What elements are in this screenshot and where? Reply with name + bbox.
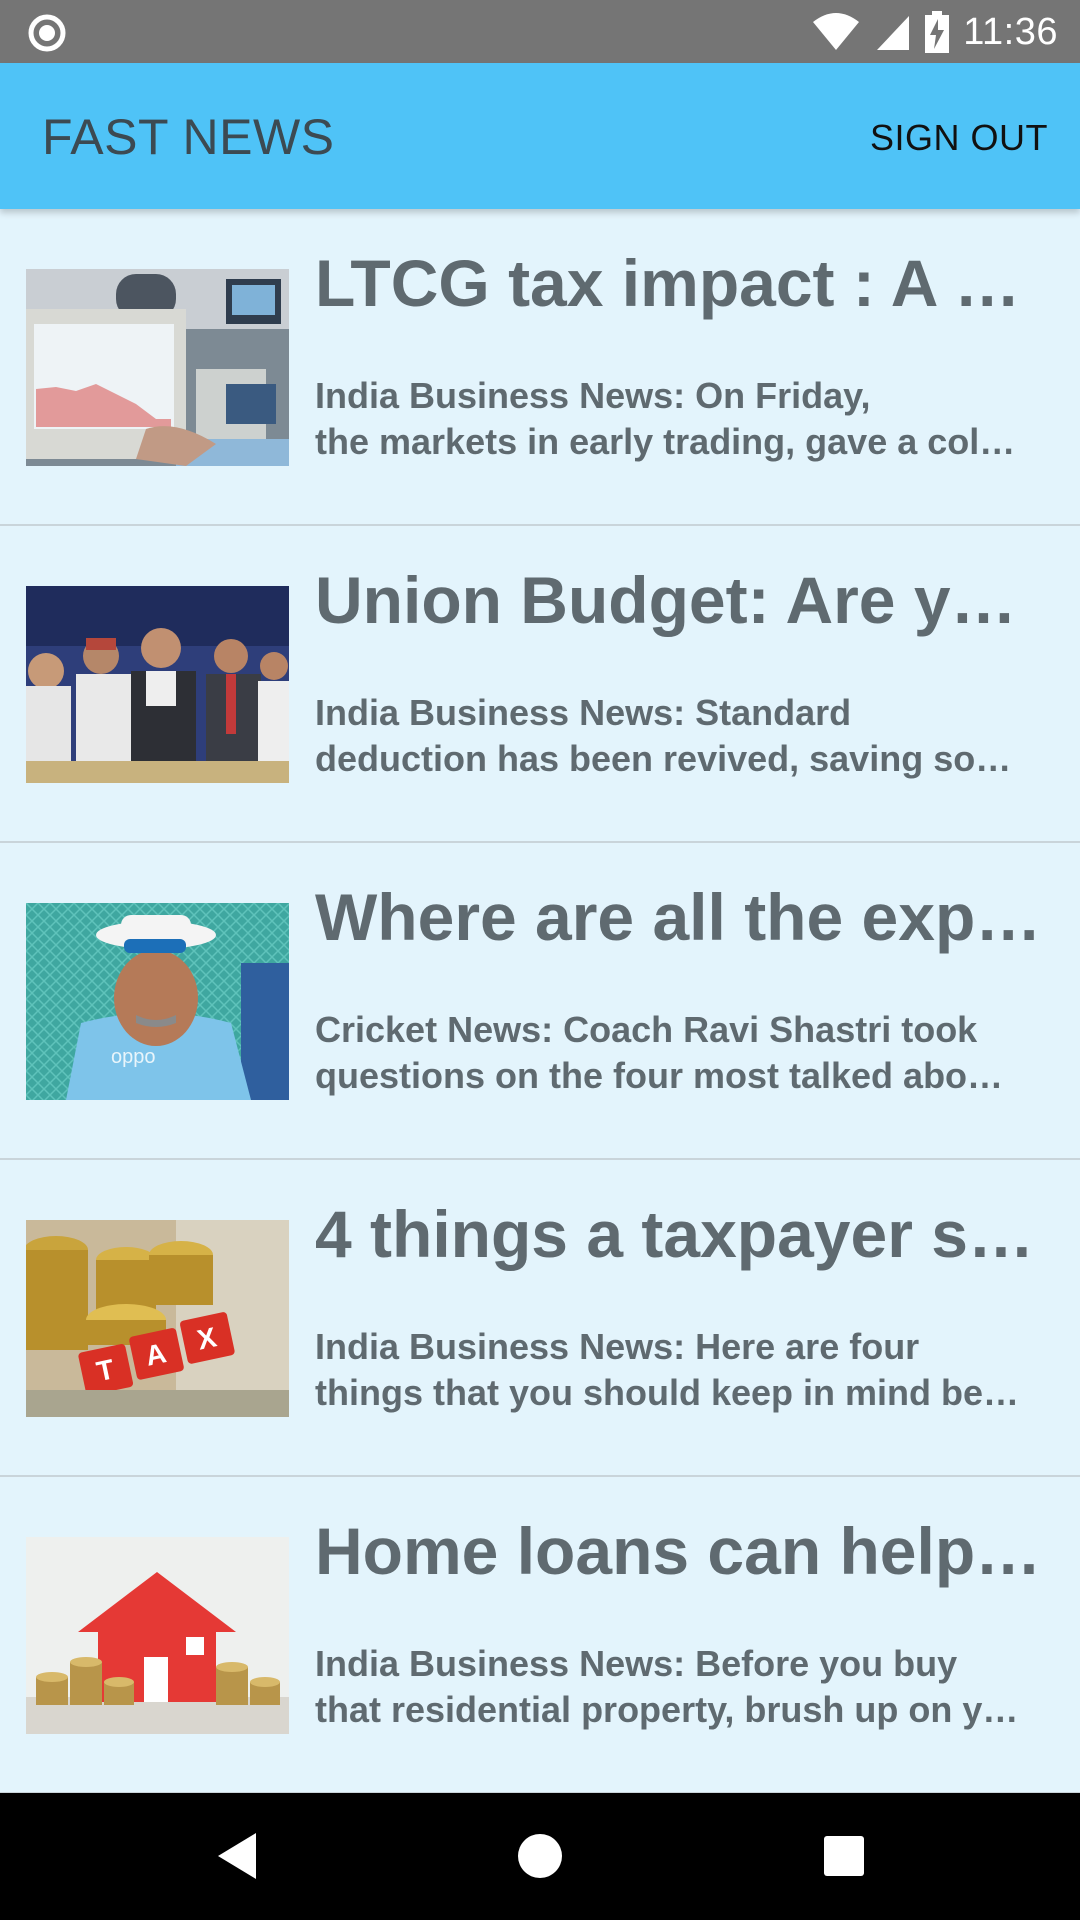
- status-bar: 11:36: [0, 0, 1080, 63]
- cell-signal-icon: [877, 16, 910, 50]
- news-summary-line: deduction has been revived, saving so…: [315, 738, 1012, 779]
- news-summary: India Business News: Here are four thing…: [315, 1324, 1030, 1416]
- news-title: Home loans can help …: [315, 1514, 1055, 1588]
- news-list-item[interactable]: LTCG tax impact : A d… India Business Ne…: [0, 209, 1080, 526]
- news-summary-line: India Business News: Before you buy: [315, 1643, 958, 1684]
- system-navigation-bar: [0, 1793, 1080, 1920]
- battery-charging-icon: [925, 11, 950, 53]
- news-list-item[interactable]: oppo Where are all the expe… Cricket New…: [0, 843, 1080, 1160]
- cricket-coach-image: oppo: [26, 903, 289, 1100]
- svg-text:oppo: oppo: [111, 1046, 156, 1068]
- news-title: Where are all the expe…: [315, 880, 1055, 954]
- stock-market-trader-image: [26, 269, 289, 466]
- news-summary-line: India Business News: On Friday,: [315, 375, 871, 416]
- news-summary-line: the markets in early trading, gave a col…: [315, 421, 1016, 462]
- house-coins-image: [26, 1537, 289, 1734]
- circle-notification-icon: [28, 14, 66, 52]
- home-circle-icon[interactable]: [507, 1823, 573, 1889]
- news-summary-line: questions on the four most talked abo…: [315, 1055, 1004, 1096]
- clock-time: 11:36: [963, 10, 1058, 53]
- news-summary: India Business News: Before you buy that…: [315, 1641, 1030, 1733]
- budget-press-conference-image: [26, 586, 289, 783]
- news-title: 4 things a taxpayer sh…: [315, 1197, 1055, 1271]
- app-bar: FAST NEWS SIGN OUT: [0, 63, 1080, 209]
- news-summary: India Business News: On Friday, the mark…: [315, 373, 1030, 465]
- news-summary-line: things that you should keep in mind be…: [315, 1372, 1020, 1413]
- news-summary-line: Cricket News: Coach Ravi Shastri took: [315, 1009, 978, 1050]
- app-screen: 11:36 FAST NEWS SIGN OUT LTCG tax impact…: [0, 0, 1080, 1920]
- news-summary: India Business News: Standard deduction …: [315, 690, 1030, 782]
- app-title: FAST NEWS: [42, 109, 335, 165]
- news-list-item[interactable]: Home loans can help … India Business New…: [0, 1477, 1080, 1793]
- news-summary-line: India Business News: Here are four: [315, 1326, 920, 1367]
- back-triangle-icon[interactable]: [204, 1823, 270, 1889]
- recents-square-icon[interactable]: [811, 1823, 877, 1889]
- news-title: Union Budget: Are you…: [315, 563, 1055, 637]
- news-summary: Cricket News: Coach Ravi Shastri took qu…: [315, 1007, 1030, 1099]
- status-indicators: 11:36: [811, 6, 1058, 58]
- sign-out-button[interactable]: SIGN OUT: [870, 117, 1048, 159]
- news-list[interactable]: LTCG tax impact : A d… India Business Ne…: [0, 209, 1080, 1793]
- news-summary-line: India Business News: Standard: [315, 692, 852, 733]
- news-list-item[interactable]: Union Budget: Are you… India Business Ne…: [0, 526, 1080, 843]
- tax-coins-image: T A X: [26, 1220, 289, 1417]
- news-summary-line: that residential property, brush up on y…: [315, 1689, 1019, 1730]
- news-title: LTCG tax impact : A d…: [315, 246, 1055, 320]
- news-list-item[interactable]: T A X 4 things a taxpayer sh… India Busi…: [0, 1160, 1080, 1477]
- wifi-icon: [813, 13, 860, 50]
